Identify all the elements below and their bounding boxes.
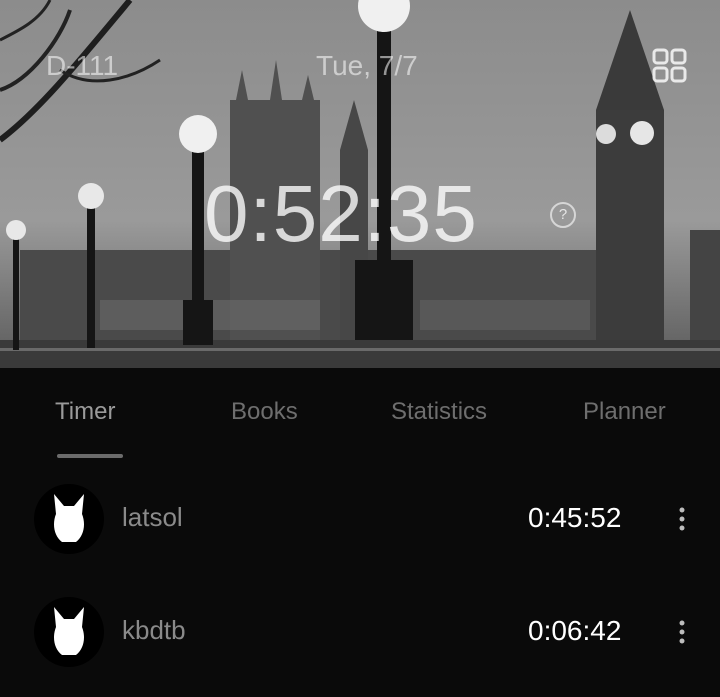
more-options-icon[interactable] xyxy=(672,504,692,534)
cat-avatar-icon[interactable] xyxy=(34,597,104,667)
member-name: latsol xyxy=(122,502,183,532)
list-item[interactable]: kbdtb 0:06:42 xyxy=(0,597,720,697)
d-day-counter[interactable]: D-111 xyxy=(46,50,118,82)
list-item[interactable]: latsol 0:45:52 xyxy=(0,484,720,584)
tab-statistics[interactable]: Statistics xyxy=(391,398,487,426)
member-time: 0:45:52 xyxy=(528,502,622,533)
tab-timer[interactable]: Timer xyxy=(55,398,115,426)
tab-books[interactable]: Books xyxy=(231,398,298,426)
tab-bar: Timer Books Statistics Planner xyxy=(0,368,720,468)
background-photo: D-111 Tue, 7/7 0:52:35 ? xyxy=(0,0,720,368)
current-date: Tue, 7/7 xyxy=(316,50,418,81)
main-timer-display[interactable]: 0:52:35 xyxy=(204,168,478,260)
active-tab-indicator xyxy=(57,454,123,458)
cat-avatar-icon[interactable] xyxy=(34,484,104,554)
tab-planner[interactable]: Planner xyxy=(583,398,666,426)
member-name: kbdtb xyxy=(122,615,186,645)
help-icon[interactable]: ? xyxy=(550,202,576,228)
more-options-icon[interactable] xyxy=(672,617,692,647)
grid-icon[interactable] xyxy=(652,48,688,84)
member-time: 0:06:42 xyxy=(528,615,622,646)
